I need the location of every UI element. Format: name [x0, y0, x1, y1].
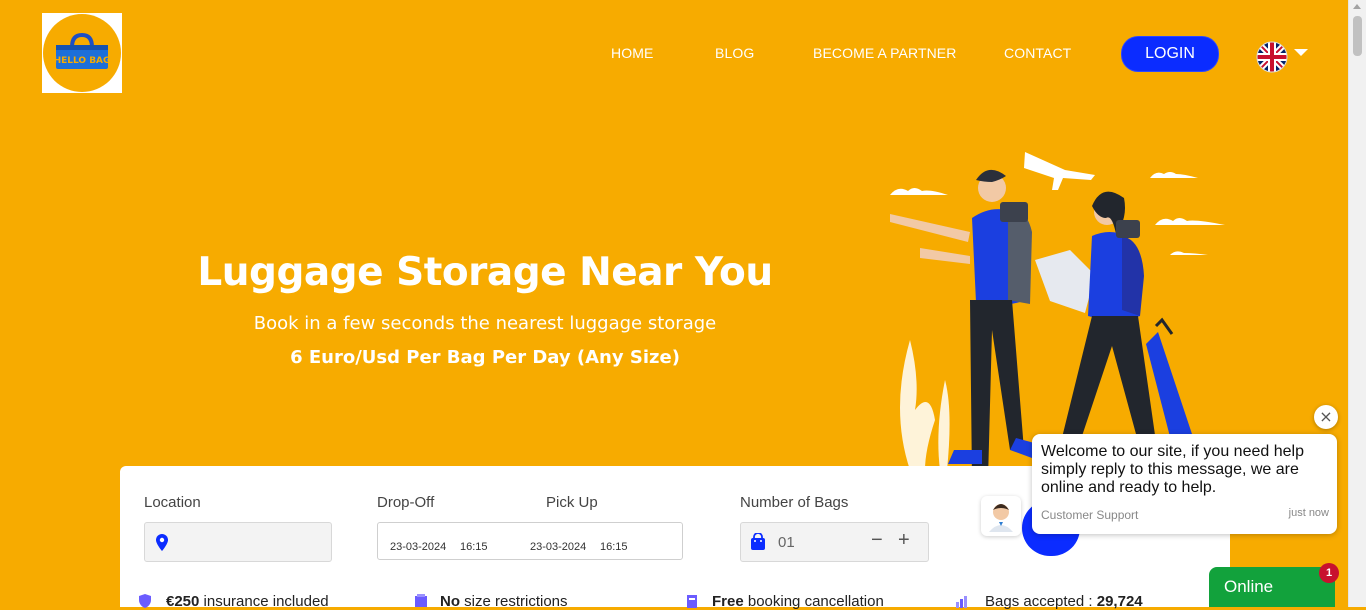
feature-bags-accepted: Bags accepted : 29,724	[985, 593, 1143, 610]
nav-contact[interactable]: CONTACT	[1004, 45, 1071, 61]
support-agent-icon	[989, 504, 1013, 532]
chat-message-bubble[interactable]: Welcome to our site, if you need help si…	[1032, 434, 1337, 534]
language-selector[interactable]	[1256, 41, 1308, 73]
chat-sender: Customer Support	[1041, 508, 1139, 522]
bags-stepper: 01 − +	[740, 522, 929, 562]
map-pin-icon	[156, 534, 168, 551]
pickup-label: Pick Up	[546, 494, 598, 511]
login-button[interactable]: LOGIN	[1121, 36, 1219, 72]
pickup-time: 16:15	[600, 541, 628, 553]
plus-button[interactable]: +	[898, 529, 910, 552]
feature-cancellation: Free booking cancellation	[712, 593, 884, 610]
bar-chart-icon	[956, 596, 967, 608]
nav-home[interactable]: HOME	[611, 45, 653, 61]
shield-icon	[139, 594, 151, 608]
chat-close-button[interactable]: ×	[1314, 405, 1338, 429]
nav-blog[interactable]: BLOG	[715, 45, 754, 61]
hero-subtitle: Book in a few seconds the nearest luggag…	[253, 313, 717, 334]
chat-timestamp: just now	[1288, 507, 1329, 519]
logo-icon: HELLO BAG	[43, 14, 121, 92]
ruler-icon	[415, 594, 427, 607]
svg-text:HELLO BAG: HELLO BAG	[54, 56, 111, 66]
support-avatar[interactable]	[981, 496, 1021, 536]
nav-become-partner[interactable]: BECOME A PARTNER	[813, 45, 956, 61]
dropoff-label: Drop-Off	[377, 494, 435, 511]
hero-price: 6 Euro/Usd Per Bag Per Day (Any Size)	[290, 347, 680, 368]
location-label: Location	[144, 494, 201, 511]
feature-insurance: €250 insurance included	[166, 593, 329, 610]
dropoff-date: 23-03-2024	[390, 541, 447, 553]
minus-button[interactable]: −	[871, 529, 883, 552]
scroll-up-arrow-icon[interactable]	[1353, 4, 1361, 9]
chat-message: Welcome to our site, if you need help si…	[1041, 443, 1304, 496]
scrollbar-thumb[interactable]	[1353, 16, 1362, 56]
bags-value[interactable]: 01	[778, 534, 795, 551]
hero-title: Luggage Storage Near You	[197, 250, 773, 295]
chevron-down-icon	[1294, 49, 1308, 56]
pickup-date: 23-03-2024	[530, 541, 587, 553]
location-input[interactable]	[144, 522, 332, 562]
page-scrollbar[interactable]	[1348, 0, 1366, 607]
chat-online-button[interactable]: Online	[1209, 567, 1335, 607]
shopping-bag-icon	[751, 533, 765, 550]
chat-status-label: Online	[1224, 577, 1274, 596]
date-range-input[interactable]: 23-03-2024 16:15 23-03-2024 16:15	[377, 522, 683, 560]
logo[interactable]: HELLO BAG	[42, 13, 122, 93]
bags-label: Number of Bags	[740, 494, 849, 511]
travelers-illustration	[890, 152, 1225, 470]
unread-badge: 1	[1319, 563, 1339, 583]
uk-flag-icon	[1256, 41, 1288, 73]
dropoff-time: 16:15	[460, 541, 488, 553]
calendar-icon	[687, 595, 697, 608]
feature-size: No size restrictions	[440, 593, 568, 610]
